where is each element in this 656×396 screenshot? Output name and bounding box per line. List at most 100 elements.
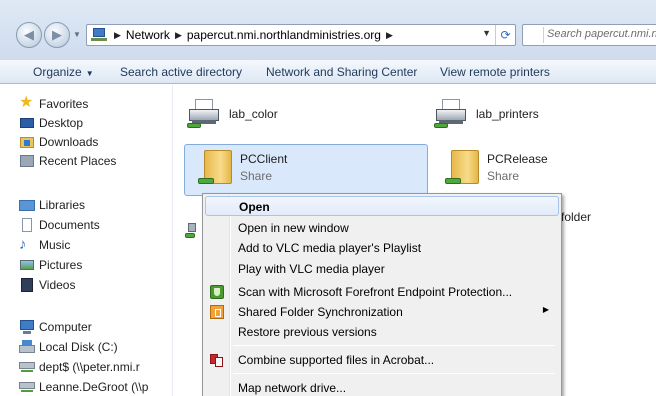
menu-item-label: Add to VLC media player's Playlist: [238, 241, 422, 255]
recent-pages-dropdown-icon[interactable]: ▼: [73, 30, 81, 39]
breadcrumb-separator-icon[interactable]: ▶: [114, 30, 121, 41]
back-button[interactable]: ◀: [16, 22, 42, 48]
search-active-directory-button[interactable]: Search active directory: [120, 65, 242, 79]
sidebar-item-libraries[interactable]: Libraries: [19, 196, 85, 214]
list-item-pcclient[interactable]: PCClient Share: [184, 144, 428, 194]
address-history-dropdown-icon[interactable]: ▼: [482, 28, 491, 38]
menu-item-open[interactable]: Open: [205, 196, 559, 216]
refresh-button[interactable]: ⟳: [495, 25, 515, 45]
menu-item-vlc-playlist[interactable]: Add to VLC media player's Playlist: [205, 238, 559, 258]
network-drive-icon: [19, 359, 35, 375]
menu-item-restore-versions[interactable]: Restore previous versions: [205, 322, 559, 342]
forward-arrow-icon: ▶: [52, 27, 62, 42]
breadcrumb-separator-icon[interactable]: ▶: [175, 30, 182, 41]
sidebar-item-favorites[interactable]: ★ Favorites: [19, 95, 88, 113]
sidebar-item-label: Videos: [39, 278, 76, 292]
sidebar-item-label: Music: [39, 238, 71, 252]
network-drive-icon: [19, 379, 35, 395]
sync-icon: [210, 305, 224, 319]
printer-icon: [187, 97, 225, 131]
view-remote-printers-button[interactable]: View remote printers: [440, 65, 550, 79]
music-icon: ♪: [19, 236, 27, 253]
sidebar-item-label: Local Disk (C:): [39, 340, 118, 354]
chevron-down-icon: ▼: [85, 69, 94, 78]
sidebar-item-local-disk[interactable]: Local Disk (C:): [19, 338, 118, 356]
menu-item-label: Open: [239, 200, 270, 214]
address-bar-row: ◀ ▶ ▼ ▶ Network ▶ papercut.nmi.northland…: [0, 0, 656, 60]
item-name: PCClient: [240, 152, 288, 166]
network-sharing-center-button[interactable]: Network and Sharing Center: [266, 65, 417, 79]
sidebar-item-label: Leanne.DeGroot (\\p: [39, 380, 149, 394]
address-bar[interactable]: ▶ Network ▶ papercut.nmi.northlandminist…: [86, 24, 516, 46]
sidebar-item-downloads[interactable]: Downloads: [19, 133, 98, 151]
menu-item-label: Restore previous versions: [238, 325, 377, 339]
list-item-lab-color[interactable]: lab_color: [173, 89, 413, 139]
menu-item-open-new-window[interactable]: Open in new window: [205, 218, 559, 238]
sidebar-item-videos[interactable]: Videos: [19, 276, 75, 294]
item-type: Share: [487, 169, 520, 183]
menu-separator: [233, 373, 555, 374]
pictures-icon: [19, 257, 35, 273]
star-icon: ★: [19, 94, 34, 111]
menu-item-acrobat-combine[interactable]: Combine supported files in Acrobat...: [205, 350, 559, 370]
desktop-icon: [19, 115, 35, 131]
forward-button[interactable]: ▶: [44, 22, 70, 48]
list-item-pcrelease[interactable]: PCRelease Share: [431, 144, 651, 194]
menu-item-forefront-scan[interactable]: Scan with Microsoft Forefront Endpoint P…: [205, 282, 559, 302]
network-icon: [91, 28, 109, 42]
command-bar: Organize ▼ Search active directory Networ…: [0, 60, 656, 84]
menu-item-label: Scan with Microsoft Forefront Endpoint P…: [238, 285, 513, 299]
printer-icon: [185, 221, 199, 241]
shared-folder-icon: [198, 146, 236, 190]
menu-item-map-network-drive[interactable]: Map network drive...: [205, 378, 559, 396]
menu-item-label: Open in new window: [238, 221, 349, 235]
menu-item-vlc-play[interactable]: Play with VLC media player: [205, 259, 559, 279]
sidebar-item-label: Recent Places: [39, 154, 117, 168]
refresh-icon: ⟳: [500, 28, 511, 42]
computer-icon: [19, 319, 35, 335]
sidebar-item-documents[interactable]: Documents: [19, 216, 100, 234]
sidebar-item-label: Computer: [39, 320, 92, 334]
shared-folder-icon: [445, 146, 483, 190]
menu-item-shared-folder-sync[interactable]: Shared Folder Synchronization ▶: [205, 302, 559, 322]
sidebar-item-leanne-share[interactable]: Leanne.DeGroot (\\p: [19, 378, 148, 396]
sidebar-item-label: Pictures: [39, 258, 83, 272]
search-placeholder: Search papercut.nmi.northlandministries.…: [547, 28, 656, 40]
breadcrumb-network[interactable]: Network: [126, 28, 170, 42]
context-menu: Open Open in new window Add to VLC media…: [202, 193, 562, 396]
item-name: lab_printers: [476, 107, 539, 121]
recent-places-icon: [19, 153, 35, 169]
list-item-lab-printers[interactable]: lab_printers: [420, 89, 650, 139]
printer-icon: [434, 97, 472, 131]
menu-separator: [233, 345, 555, 346]
menu-item-label: Combine supported files in Acrobat...: [238, 353, 435, 367]
menu-item-label: Shared Folder Synchronization: [238, 305, 403, 319]
forefront-icon: [210, 285, 224, 299]
libraries-icon: [19, 197, 35, 213]
item-name[interactable]: -folder: [557, 210, 591, 224]
documents-icon: [19, 217, 35, 233]
sidebar-item-dept-share[interactable]: dept$ (\\peter.nmi.r: [19, 358, 140, 376]
search-input[interactable]: Search papercut.nmi.northlandministries.…: [522, 24, 656, 46]
organize-label: Organize: [33, 65, 82, 79]
search-divider: [543, 27, 544, 43]
sidebar-item-pictures[interactable]: Pictures: [19, 256, 82, 274]
item-name: lab_color: [229, 107, 278, 121]
sidebar-item-recent-places[interactable]: Recent Places: [19, 152, 116, 170]
sidebar-item-computer[interactable]: Computer: [19, 318, 92, 336]
videos-icon: [19, 277, 35, 293]
navigation-pane: ★ Favorites Desktop Downloads Recent Pla…: [0, 85, 172, 396]
submenu-arrow-icon: ▶: [542, 305, 549, 314]
organize-button[interactable]: Organize ▼: [33, 65, 94, 79]
sidebar-item-label: Libraries: [39, 198, 86, 212]
local-disk-icon: [19, 339, 35, 355]
sidebar-item-label: Desktop: [39, 116, 84, 130]
breadcrumb-server[interactable]: papercut.nmi.northlandministries.org: [187, 28, 381, 42]
menu-item-label: Map network drive...: [238, 381, 347, 395]
sidebar-item-label: Favorites: [39, 97, 89, 111]
breadcrumb-separator-icon[interactable]: ▶: [386, 30, 393, 41]
item-name: PCRelease: [487, 152, 548, 166]
sidebar-item-music[interactable]: ♪ Music: [19, 236, 70, 254]
sidebar-item-desktop[interactable]: Desktop: [19, 114, 83, 132]
back-arrow-icon: ◀: [24, 27, 34, 42]
